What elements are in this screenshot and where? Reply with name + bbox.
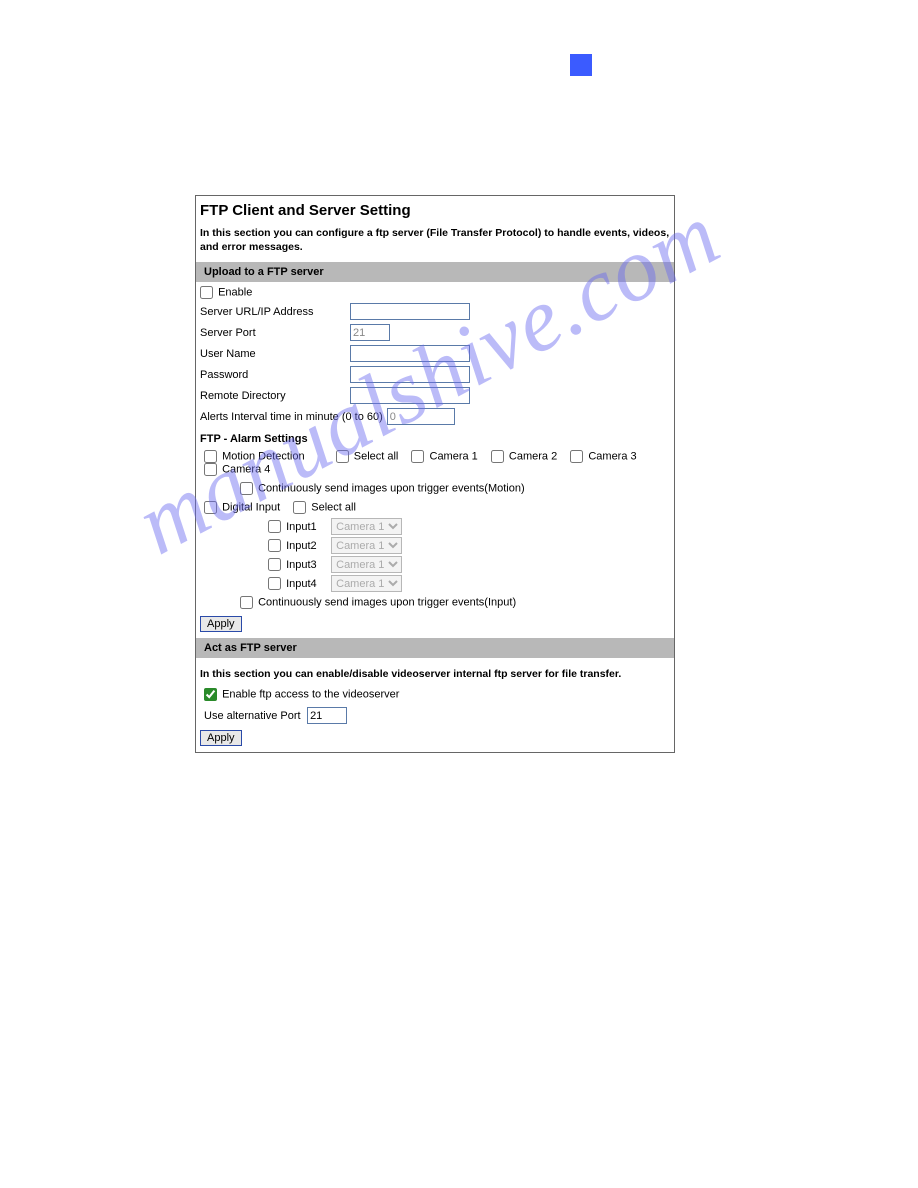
input3-camera-select[interactable]: Camera 1: [331, 556, 402, 573]
input1-camera-select[interactable]: Camera 1: [331, 518, 402, 535]
user-name-label: User Name: [200, 348, 350, 360]
panel-title: FTP Client and Server Setting: [196, 196, 674, 223]
input3-checkbox[interactable]: [268, 558, 281, 571]
motion-select-all-checkbox[interactable]: [336, 450, 349, 463]
motion-select-all-label: Select all: [354, 451, 399, 463]
cont-motion-label: Continuously send images upon trigger ev…: [258, 483, 525, 495]
cont-input-checkbox[interactable]: [240, 596, 253, 609]
input3-label: Input3: [286, 559, 328, 571]
input4-label: Input4: [286, 578, 328, 590]
remote-dir-label: Remote Directory: [200, 390, 350, 402]
panel-intro: In this section you can configure a ftp …: [196, 223, 674, 262]
motion-camera1-label: Camera 1: [430, 451, 478, 463]
cont-input-label: Continuously send images upon trigger ev…: [258, 597, 516, 609]
motion-camera2-checkbox[interactable]: [491, 450, 504, 463]
ftp-settings-panel: FTP Client and Server Setting In this se…: [195, 195, 675, 753]
motion-camera3-checkbox[interactable]: [570, 450, 583, 463]
enable-ftp-server-checkbox[interactable]: [204, 688, 217, 701]
alt-port-input[interactable]: [307, 707, 347, 724]
input2-label: Input2: [286, 540, 328, 552]
input2-checkbox[interactable]: [268, 539, 281, 552]
motion-camera2-label: Camera 2: [509, 451, 557, 463]
server-url-label: Server URL/IP Address: [200, 306, 350, 318]
remote-dir-input[interactable]: [350, 387, 470, 404]
motion-camera4-checkbox[interactable]: [204, 463, 217, 476]
enable-upload-label: Enable: [218, 287, 252, 299]
digital-input-label: Digital Input: [222, 502, 280, 514]
password-input[interactable]: [350, 366, 470, 383]
input4-camera-select[interactable]: Camera 1: [331, 575, 402, 592]
alt-port-label: Use alternative Port: [204, 710, 304, 722]
server-url-input[interactable]: [350, 303, 470, 320]
apply-server-button[interactable]: Apply: [200, 730, 242, 746]
decorative-square: [570, 54, 592, 76]
password-label: Password: [200, 369, 350, 381]
input1-checkbox[interactable]: [268, 520, 281, 533]
digital-input-checkbox[interactable]: [204, 501, 217, 514]
input4-checkbox[interactable]: [268, 577, 281, 590]
motion-detection-checkbox[interactable]: [204, 450, 217, 463]
alerts-interval-label: Alerts Interval time in minute (0 to 60): [200, 411, 383, 423]
input2-camera-select[interactable]: Camera 1: [331, 537, 402, 554]
motion-camera4-label: Camera 4: [222, 464, 270, 476]
cont-motion-checkbox[interactable]: [240, 482, 253, 495]
section-upload-header: Upload to a FTP server: [196, 262, 674, 282]
server-intro: In this section you can enable/disable v…: [196, 658, 674, 686]
alerts-interval-input[interactable]: [387, 408, 455, 425]
enable-ftp-server-label: Enable ftp access to the videoserver: [222, 689, 399, 701]
di-select-all-label: Select all: [311, 502, 356, 514]
server-port-input[interactable]: [350, 324, 390, 341]
motion-detection-label: Motion Detection: [222, 451, 305, 463]
motion-camera1-checkbox[interactable]: [411, 450, 424, 463]
motion-camera3-label: Camera 3: [588, 451, 636, 463]
di-select-all-checkbox[interactable]: [293, 501, 306, 514]
server-port-label: Server Port: [200, 327, 350, 339]
apply-upload-button[interactable]: Apply: [200, 616, 242, 632]
enable-upload-checkbox[interactable]: [200, 286, 213, 299]
alarm-settings-header: FTP - Alarm Settings: [196, 427, 674, 447]
input1-label: Input1: [286, 521, 328, 533]
section-server-header: Act as FTP server: [196, 638, 674, 658]
user-name-input[interactable]: [350, 345, 470, 362]
